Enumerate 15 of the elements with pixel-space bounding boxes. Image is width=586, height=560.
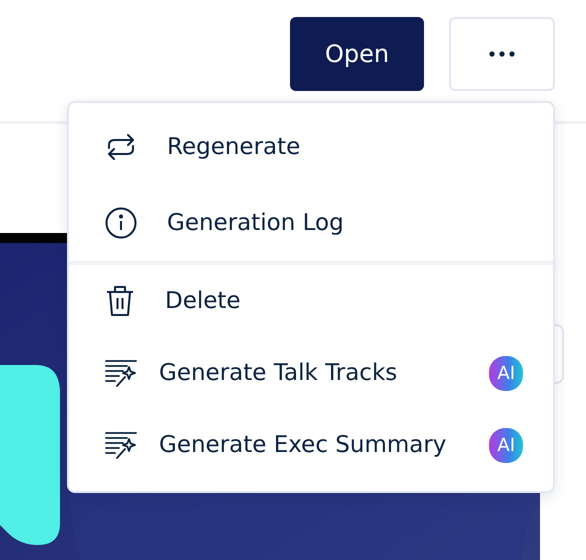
open-button[interactable]: Open <box>290 17 424 91</box>
trash-icon <box>105 285 135 317</box>
magic-text-icon <box>105 431 137 459</box>
info-icon <box>105 207 137 239</box>
more-button[interactable] <box>449 17 555 91</box>
ai-badge: AI <box>489 428 523 462</box>
menu-item[interactable]: Generate Talk Tracks AI <box>69 337 553 409</box>
menu-item[interactable]: Generate Exec Summary AI <box>69 409 553 481</box>
magic-text-icon <box>105 359 137 387</box>
menu-item[interactable]: Generation Log <box>69 185 553 261</box>
more-icon <box>488 50 516 58</box>
ai-badge: AI <box>489 356 523 390</box>
repeat-icon <box>105 133 137 161</box>
menu-item[interactable]: Delete <box>69 265 553 337</box>
menu-item[interactable]: Regenerate <box>69 109 553 185</box>
